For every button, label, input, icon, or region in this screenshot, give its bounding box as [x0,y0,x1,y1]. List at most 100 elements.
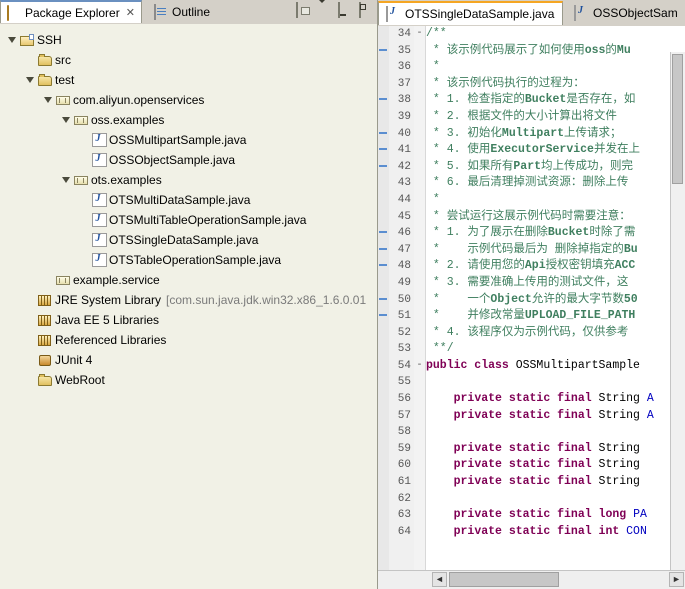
code-line[interactable]: * 尝试运行这展示例代码时需要注意： [426,209,671,226]
tree-item[interactable]: src [0,50,377,70]
tree-item[interactable]: JRE System Library [com.sun.java.jdk.win3… [0,290,377,310]
line-number: 37 [397,77,411,90]
code-line[interactable] [426,491,671,508]
code-line[interactable]: * 5. 如果所有Part均上传成功，则完 [426,159,671,176]
code-line[interactable]: private static final int CON [426,524,671,541]
tree-item[interactable]: example.service [0,270,377,290]
tree-item[interactable]: Java EE 5 Libraries [0,310,377,330]
code-line[interactable]: * 6. 最后清理掉测试资源：删除上传 [426,175,671,192]
project-tree[interactable]: SSH src test com.aliyun.openservices oss.exa… [0,24,377,589]
link-editor-icon[interactable] [296,2,312,19]
tree-item[interactable]: J OSSObjectSample.java [0,150,377,170]
fold-placeholder [414,507,425,524]
tree-item[interactable]: ots.examples [0,170,377,190]
code-line[interactable]: * 一个Object允许的最大字节数50 [426,292,671,309]
vertical-scrollbar-thumb[interactable] [672,54,683,184]
tree-item[interactable]: SSH [0,30,377,50]
tree-item[interactable]: J OTSSingleDataSample.java [0,230,377,250]
fold-toggle-icon[interactable]: - [414,26,425,43]
code-line[interactable]: * [426,192,671,209]
code-line[interactable]: /** [426,26,671,43]
tree-twisty-placeholder [78,150,90,170]
code-line[interactable]: * 3. 需要准确上传用的测试文件，这 [426,275,671,292]
line-number: 57 [397,409,411,422]
tree-twisty-placeholder [78,210,90,230]
code-line[interactable]: private static final String A [426,391,671,408]
tree-twisty-placeholder [24,330,36,350]
code-line[interactable]: * 4. 使用ExecutorService并发在上 [426,142,671,159]
code-line[interactable]: * 2. 根据文件的大小计算出将文件 [426,109,671,126]
editor-body: 34 35 36 37 38 39 40 41 42 43 44 45 46 47 48 49 50 51 52 53… [378,26,685,589]
tree-item[interactable]: J OSSMultipartSample.java [0,130,377,150]
line-number-ruler: 34 35 36 37 38 39 40 41 42 43 44 45 46 47 48 49 50 51 52 53… [389,26,414,589]
tree-item[interactable]: J OTSTableOperationSample.java [0,250,377,270]
project-icon [18,30,36,50]
tree-item[interactable]: J OTSMultiTableOperationSample.java [0,210,377,230]
tree-item[interactable]: Referenced Libraries [0,330,377,350]
minimize-icon[interactable] [338,2,354,19]
code-line[interactable]: private static final long PA [426,507,671,524]
code-line[interactable]: * 该示例代码执行的过程为： [426,76,671,93]
code-line[interactable]: * 该示例代码展示了如何使用oss的Mu [426,43,671,60]
fold-placeholder [414,242,425,259]
tab-package-explorer-label: Package Explorer [25,5,120,20]
maximize-icon[interactable] [359,2,375,19]
tree-item[interactable]: test [0,70,377,90]
code-line[interactable]: * 4. 该程序仅为示例代码，仅供参考 [426,325,671,342]
code-line[interactable]: * [426,59,671,76]
code-line[interactable]: private static final String [426,457,671,474]
tree-item[interactable]: oss.examples [0,110,377,130]
tree-expand-icon[interactable] [24,70,36,90]
editor-vertical-scrollbar[interactable] [670,52,685,571]
editor-tab-otssingledatasample[interactable]: J OTSSingleDataSample.java [378,1,563,25]
fold-placeholder [414,292,425,309]
code-line[interactable] [426,374,671,391]
fold-toggle-icon[interactable]: - [414,358,425,375]
java-file-icon: J [90,230,108,250]
tab-package-explorer[interactable]: Package Explorer ✕ [0,0,142,23]
code-line[interactable] [426,424,671,441]
code-line[interactable]: * 1. 为了展示在删除Bucket时除了需 [426,225,671,242]
tree-item[interactable]: WebRoot [0,370,377,390]
line-number: 54 [397,359,411,372]
scroll-left-arrow-icon[interactable]: ◄ [432,572,447,587]
tree-expand-icon[interactable] [42,90,54,110]
tree-item[interactable]: J OTSMultiDataSample.java [0,190,377,210]
line-number: 40 [397,127,411,140]
eclipse-ide-window: Package Explorer ✕ Outline SSH src test com… [0,0,685,589]
code-line[interactable]: * 示例代码最后为 删除掉指定的Bu [426,242,671,259]
editor-tab-ossobjectsample[interactable]: J OSSObjectSam [567,1,685,25]
tree-item[interactable]: JUnit 4 [0,350,377,370]
tree-twisty-placeholder [78,230,90,250]
tree-expand-icon[interactable] [60,110,72,130]
tree-expand-icon[interactable] [60,170,72,190]
code-line[interactable]: private static final String A [426,408,671,425]
tab-outline[interactable]: Outline [148,0,230,23]
code-line[interactable]: **/ [426,341,671,358]
code-line[interactable]: private static final String [426,441,671,458]
line-number: 38 [397,94,411,107]
scroll-right-arrow-icon[interactable]: ► [669,572,684,587]
code-line[interactable]: * 2. 请使用您的Api授权密钥填充ACC [426,258,671,275]
folding-column[interactable]: -- [414,26,426,589]
package-explorer-view: Package Explorer ✕ Outline SSH src test com… [0,0,378,589]
chevron-down-icon[interactable] [317,0,333,19]
line-number: 48 [397,260,411,273]
code-line[interactable]: * 1. 检查指定的Bucket是否存在，如 [426,92,671,109]
tree-twisty-placeholder [24,370,36,390]
line-number: 49 [397,276,411,289]
code-line[interactable]: * 并修改常量UPLOAD_FILE_PATH [426,308,671,325]
tree-item[interactable]: com.aliyun.openservices [0,90,377,110]
code-line[interactable]: public class OSSMultipartSample [426,358,671,375]
java-file-icon: J [90,130,108,150]
code-line[interactable]: * 3. 初始化Multipart上传请求； [426,126,671,143]
source-code-text[interactable]: /** * 该示例代码展示了如何使用oss的Mu * * 该示例代码执行的过程为… [426,26,671,589]
horizontal-scrollbar-thumb[interactable] [449,572,559,587]
tree-expand-icon[interactable] [6,30,18,50]
close-icon[interactable]: ✕ [126,6,135,19]
editor-horizontal-scrollbar[interactable]: ◄ ► [378,570,685,589]
editor-tabbar: J OTSSingleDataSample.java J OSSObjectSa… [378,0,685,26]
tree-item-label: OTSMultiTableOperationSample.java [109,213,307,227]
code-line[interactable]: private static final String [426,474,671,491]
tree-item-note: [com.sun.java.jdk.win32.x86_1.6.0.01 [166,293,367,307]
